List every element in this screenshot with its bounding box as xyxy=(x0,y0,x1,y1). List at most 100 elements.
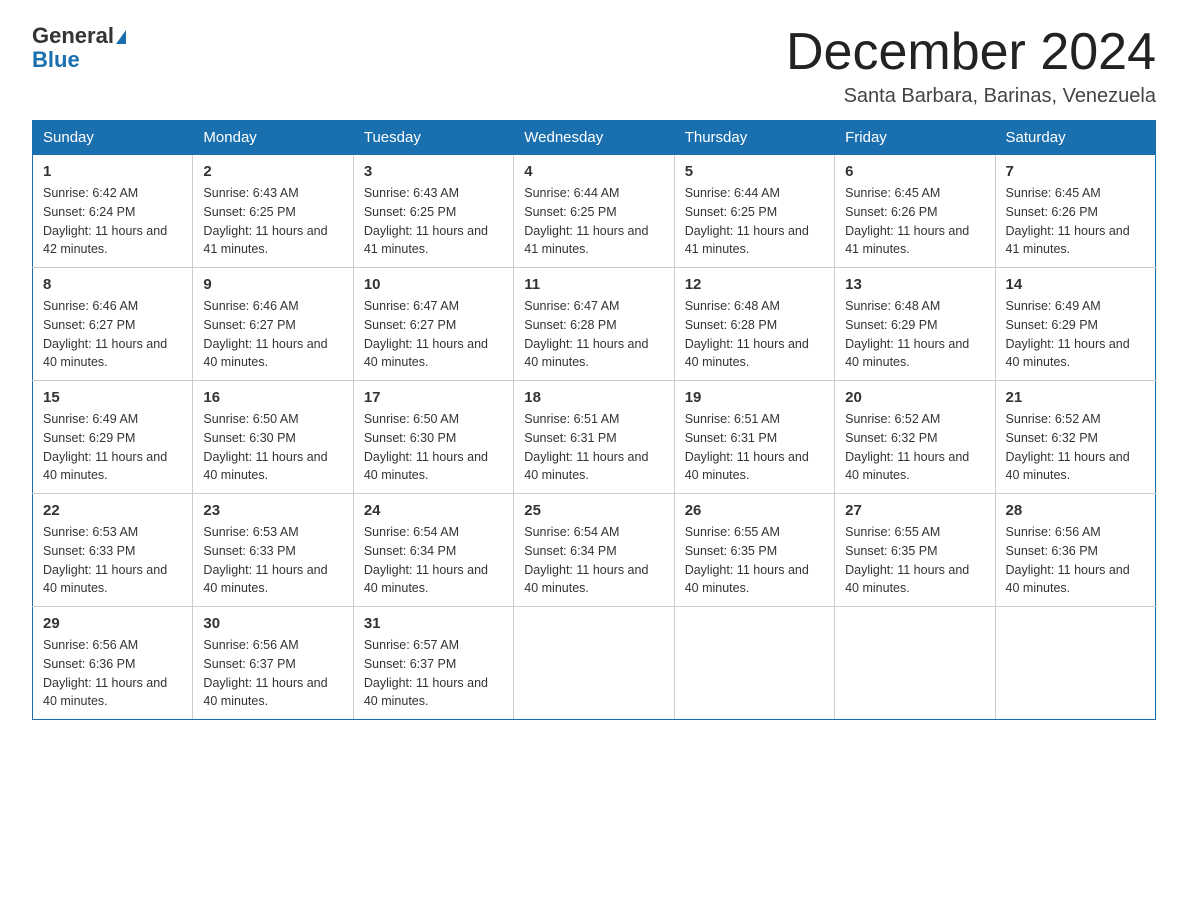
column-header-wednesday: Wednesday xyxy=(514,121,674,155)
day-number: 1 xyxy=(43,163,182,180)
day-info: Sunrise: 6:51 AMSunset: 6:31 PMDaylight:… xyxy=(524,410,663,485)
title-block: December 2024 Santa Barbara, Barinas, Ve… xyxy=(786,24,1156,108)
week-row-2: 8 Sunrise: 6:46 AMSunset: 6:27 PMDaylight… xyxy=(33,268,1156,381)
day-cell: 11 Sunrise: 6:47 AMSunset: 6:28 PMDayligh… xyxy=(514,268,674,381)
day-number: 14 xyxy=(1006,276,1145,293)
column-header-thursday: Thursday xyxy=(674,121,834,155)
day-info: Sunrise: 6:55 AMSunset: 6:35 PMDaylight:… xyxy=(685,523,824,598)
day-number: 9 xyxy=(203,276,342,293)
day-cell: 5Sunrise: 6:44 AMSunset: 6:25 PMDaylight… xyxy=(674,155,834,268)
month-title: December 2024 xyxy=(786,24,1156,81)
day-info: Sunrise: 6:56 AMSunset: 6:36 PMDaylight:… xyxy=(1006,523,1145,598)
day-cell: 14 Sunrise: 6:49 AMSunset: 6:29 PMDayligh… xyxy=(995,268,1155,381)
day-cell: 25 Sunrise: 6:54 AMSunset: 6:34 PMDayligh… xyxy=(514,494,674,607)
day-cell: 4Sunrise: 6:44 AMSunset: 6:25 PMDaylight… xyxy=(514,155,674,268)
day-number: 3 xyxy=(364,163,503,180)
day-cell xyxy=(835,607,995,720)
day-number: 22 xyxy=(43,502,182,519)
day-cell: 24Sunrise: 6:54 AMSunset: 6:34 PMDayligh… xyxy=(353,494,513,607)
day-number: 17 xyxy=(364,389,503,406)
day-info: Sunrise: 6:52 AMSunset: 6:32 PMDaylight:… xyxy=(1006,410,1145,485)
day-number: 29 xyxy=(43,615,182,632)
logo[interactable]: General Blue xyxy=(32,24,126,72)
day-info: Sunrise: 6:47 AMSunset: 6:28 PMDaylight:… xyxy=(524,297,663,372)
day-cell: 16 Sunrise: 6:50 AMSunset: 6:30 PMDayligh… xyxy=(193,381,353,494)
day-info: Sunrise: 6:46 AMSunset: 6:27 PMDaylight:… xyxy=(43,297,182,372)
week-row-5: 29Sunrise: 6:56 AMSunset: 6:36 PMDayligh… xyxy=(33,607,1156,720)
week-row-4: 22 Sunrise: 6:53 AMSunset: 6:33 PMDayligh… xyxy=(33,494,1156,607)
day-number: 13 xyxy=(845,276,984,293)
day-info: Sunrise: 6:53 AMSunset: 6:33 PMDaylight:… xyxy=(43,523,182,598)
header-row: SundayMondayTuesdayWednesdayThursdayFrid… xyxy=(33,121,1156,155)
column-header-monday: Monday xyxy=(193,121,353,155)
day-cell xyxy=(674,607,834,720)
day-cell: 3Sunrise: 6:43 AMSunset: 6:25 PMDaylight… xyxy=(353,155,513,268)
day-cell: 30Sunrise: 6:56 AMSunset: 6:37 PMDayligh… xyxy=(193,607,353,720)
day-cell: 7Sunrise: 6:45 AMSunset: 6:26 PMDaylight… xyxy=(995,155,1155,268)
day-info: Sunrise: 6:53 AMSunset: 6:33 PMDaylight:… xyxy=(203,523,342,598)
day-cell: 9Sunrise: 6:46 AMSunset: 6:27 PMDaylight… xyxy=(193,268,353,381)
day-cell: 20 Sunrise: 6:52 AMSunset: 6:32 PMDayligh… xyxy=(835,381,995,494)
day-cell: 26Sunrise: 6:55 AMSunset: 6:35 PMDayligh… xyxy=(674,494,834,607)
day-number: 8 xyxy=(43,276,182,293)
day-info: Sunrise: 6:50 AMSunset: 6:30 PMDaylight:… xyxy=(364,410,503,485)
day-info: Sunrise: 6:48 AMSunset: 6:28 PMDaylight:… xyxy=(685,297,824,372)
day-info: Sunrise: 6:49 AMSunset: 6:29 PMDaylight:… xyxy=(43,410,182,485)
day-info: Sunrise: 6:56 AMSunset: 6:37 PMDaylight:… xyxy=(203,636,342,711)
day-cell: 18 Sunrise: 6:51 AMSunset: 6:31 PMDayligh… xyxy=(514,381,674,494)
day-cell xyxy=(514,607,674,720)
day-cell: 31 Sunrise: 6:57 AMSunset: 6:37 PMDayligh… xyxy=(353,607,513,720)
column-header-tuesday: Tuesday xyxy=(353,121,513,155)
day-number: 2 xyxy=(203,163,342,180)
day-info: Sunrise: 6:49 AMSunset: 6:29 PMDaylight:… xyxy=(1006,297,1145,372)
day-info: Sunrise: 6:52 AMSunset: 6:32 PMDaylight:… xyxy=(845,410,984,485)
day-number: 28 xyxy=(1006,502,1145,519)
day-info: Sunrise: 6:50 AMSunset: 6:30 PMDaylight:… xyxy=(203,410,342,485)
day-number: 18 xyxy=(524,389,663,406)
day-number: 24 xyxy=(364,502,503,519)
day-number: 4 xyxy=(524,163,663,180)
day-info: Sunrise: 6:48 AMSunset: 6:29 PMDaylight:… xyxy=(845,297,984,372)
day-info: Sunrise: 6:51 AMSunset: 6:31 PMDaylight:… xyxy=(685,410,824,485)
day-cell: 22 Sunrise: 6:53 AMSunset: 6:33 PMDayligh… xyxy=(33,494,193,607)
day-cell: 15 Sunrise: 6:49 AMSunset: 6:29 PMDayligh… xyxy=(33,381,193,494)
logo-general: General xyxy=(32,24,126,48)
day-info: Sunrise: 6:47 AMSunset: 6:27 PMDaylight:… xyxy=(364,297,503,372)
calendar-table: SundayMondayTuesdayWednesdayThursdayFrid… xyxy=(32,120,1156,720)
column-header-friday: Friday xyxy=(835,121,995,155)
day-number: 16 xyxy=(203,389,342,406)
day-cell: 1 Sunrise: 6:42 AMSunset: 6:24 PMDaylight… xyxy=(33,155,193,268)
day-cell: 23 Sunrise: 6:53 AMSunset: 6:33 PMDayligh… xyxy=(193,494,353,607)
day-number: 27 xyxy=(845,502,984,519)
week-row-1: 1 Sunrise: 6:42 AMSunset: 6:24 PMDaylight… xyxy=(33,155,1156,268)
day-number: 19 xyxy=(685,389,824,406)
day-cell: 8 Sunrise: 6:46 AMSunset: 6:27 PMDaylight… xyxy=(33,268,193,381)
day-number: 15 xyxy=(43,389,182,406)
day-cell: 6 Sunrise: 6:45 AMSunset: 6:26 PMDaylight… xyxy=(835,155,995,268)
day-number: 5 xyxy=(685,163,824,180)
calendar-body: 1 Sunrise: 6:42 AMSunset: 6:24 PMDaylight… xyxy=(33,155,1156,720)
calendar-header: SundayMondayTuesdayWednesdayThursdayFrid… xyxy=(33,121,1156,155)
day-info: Sunrise: 6:57 AMSunset: 6:37 PMDaylight:… xyxy=(364,636,503,711)
day-number: 23 xyxy=(203,502,342,519)
column-header-saturday: Saturday xyxy=(995,121,1155,155)
page-header: General Blue December 2024 Santa Barbara… xyxy=(32,24,1156,108)
day-number: 21 xyxy=(1006,389,1145,406)
day-cell: 21 Sunrise: 6:52 AMSunset: 6:32 PMDayligh… xyxy=(995,381,1155,494)
day-number: 20 xyxy=(845,389,984,406)
day-cell: 2 Sunrise: 6:43 AMSunset: 6:25 PMDaylight… xyxy=(193,155,353,268)
day-cell: 12 Sunrise: 6:48 AMSunset: 6:28 PMDayligh… xyxy=(674,268,834,381)
column-header-sunday: Sunday xyxy=(33,121,193,155)
day-info: Sunrise: 6:45 AMSunset: 6:26 PMDaylight:… xyxy=(845,184,984,259)
day-number: 6 xyxy=(845,163,984,180)
day-info: Sunrise: 6:54 AMSunset: 6:34 PMDaylight:… xyxy=(524,523,663,598)
day-info: Sunrise: 6:42 AMSunset: 6:24 PMDaylight:… xyxy=(43,184,182,259)
day-info: Sunrise: 6:43 AMSunset: 6:25 PMDaylight:… xyxy=(203,184,342,259)
day-cell: 13 Sunrise: 6:48 AMSunset: 6:29 PMDayligh… xyxy=(835,268,995,381)
day-number: 31 xyxy=(364,615,503,632)
day-cell: 17 Sunrise: 6:50 AMSunset: 6:30 PMDayligh… xyxy=(353,381,513,494)
day-number: 25 xyxy=(524,502,663,519)
day-number: 12 xyxy=(685,276,824,293)
day-number: 11 xyxy=(524,276,663,293)
day-cell: 10Sunrise: 6:47 AMSunset: 6:27 PMDayligh… xyxy=(353,268,513,381)
